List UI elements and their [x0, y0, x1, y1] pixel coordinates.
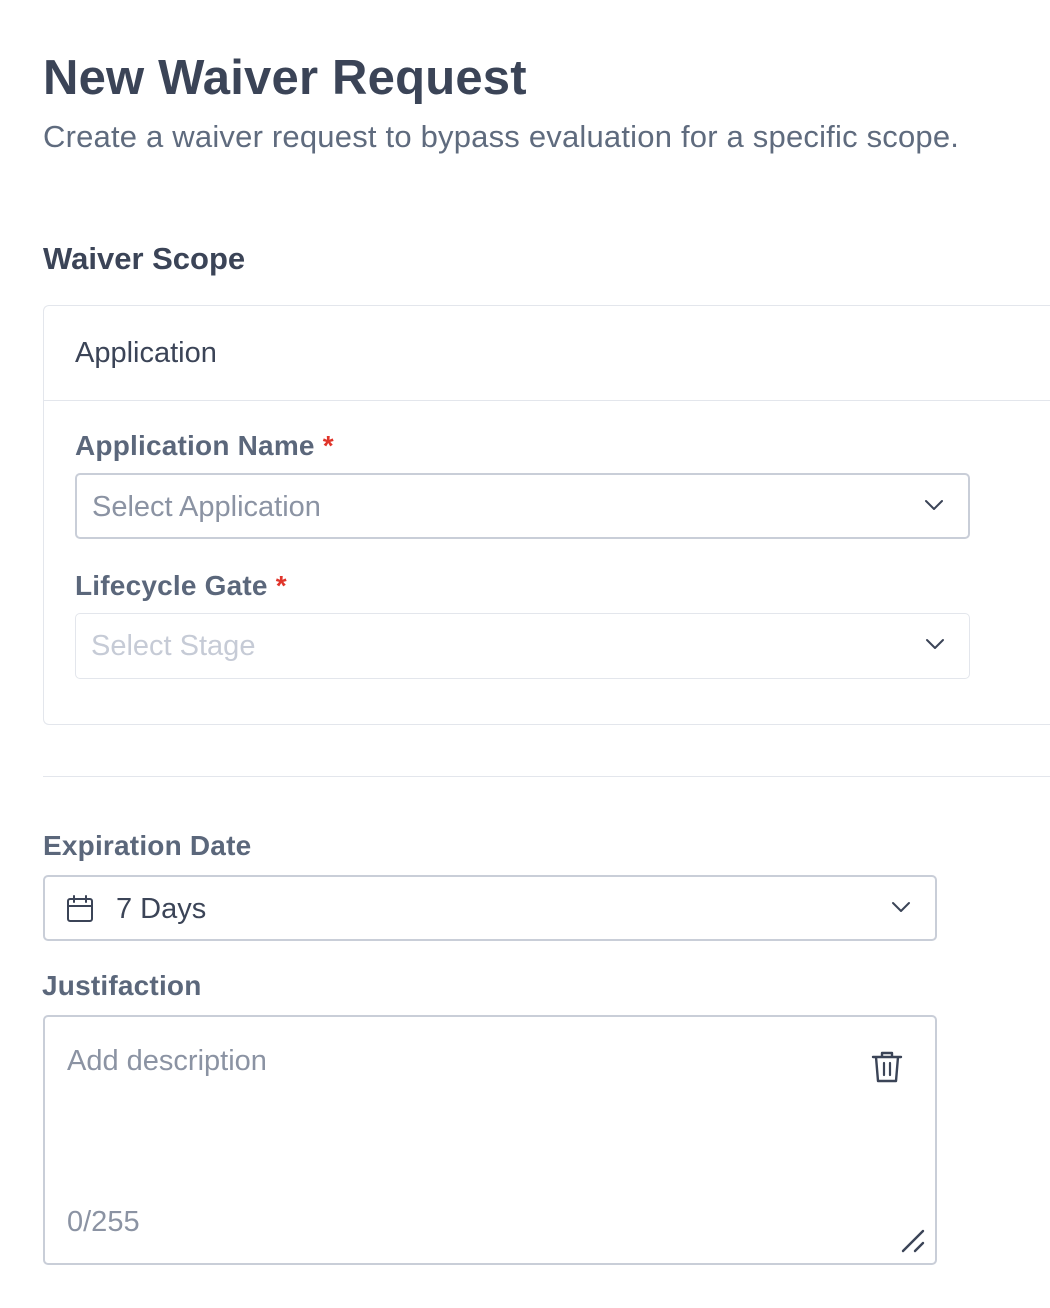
- expiration-date-label: Expiration Date: [43, 830, 252, 861]
- application-name-label-text: Application Name: [75, 430, 315, 461]
- application-select[interactable]: Select Application: [75, 473, 970, 539]
- expiration-date-value: 7 Days: [116, 893, 207, 925]
- application-select-placeholder: Select Application: [92, 491, 321, 523]
- calendar-icon: [67, 895, 93, 922]
- justification-textarea[interactable]: Add description 0/255: [43, 1015, 937, 1265]
- lifecycle-gate-select[interactable]: Select Stage: [75, 613, 970, 679]
- lifecycle-gate-select-placeholder: Select Stage: [91, 630, 256, 662]
- application-name-label: Application Name *: [75, 429, 334, 463]
- waiver-scope-heading: Waiver Scope: [43, 241, 246, 276]
- chevron-down-icon: [926, 639, 944, 649]
- resize-handle-icon[interactable]: [901, 1229, 925, 1253]
- required-indicator: *: [275, 570, 287, 601]
- justification-label: Justifaction: [42, 970, 202, 1001]
- scope-card-header: Application: [44, 306, 1050, 401]
- trash-icon[interactable]: [869, 1049, 905, 1085]
- page-title: New Waiver Request: [43, 51, 527, 105]
- lifecycle-gate-label: Lifecycle Gate *: [75, 569, 287, 603]
- justification-placeholder: Add description: [67, 1045, 267, 1077]
- expiration-date-select[interactable]: 7 Days: [43, 875, 937, 941]
- waiver-scope-card: Application Application Name * Select App…: [43, 305, 1050, 725]
- section-divider: [43, 776, 1050, 777]
- required-indicator: *: [322, 430, 334, 461]
- page-subtitle: Create a waiver request to bypass evalua…: [43, 119, 960, 154]
- lifecycle-gate-label-text: Lifecycle Gate: [75, 570, 268, 601]
- scope-card-header-label: Application: [75, 337, 217, 369]
- chevron-down-icon: [925, 500, 943, 510]
- character-counter: 0/255: [67, 1206, 140, 1238]
- waiver-request-page: New Waiver Request Create a waiver reque…: [0, 0, 1050, 1308]
- chevron-down-icon: [892, 902, 910, 912]
